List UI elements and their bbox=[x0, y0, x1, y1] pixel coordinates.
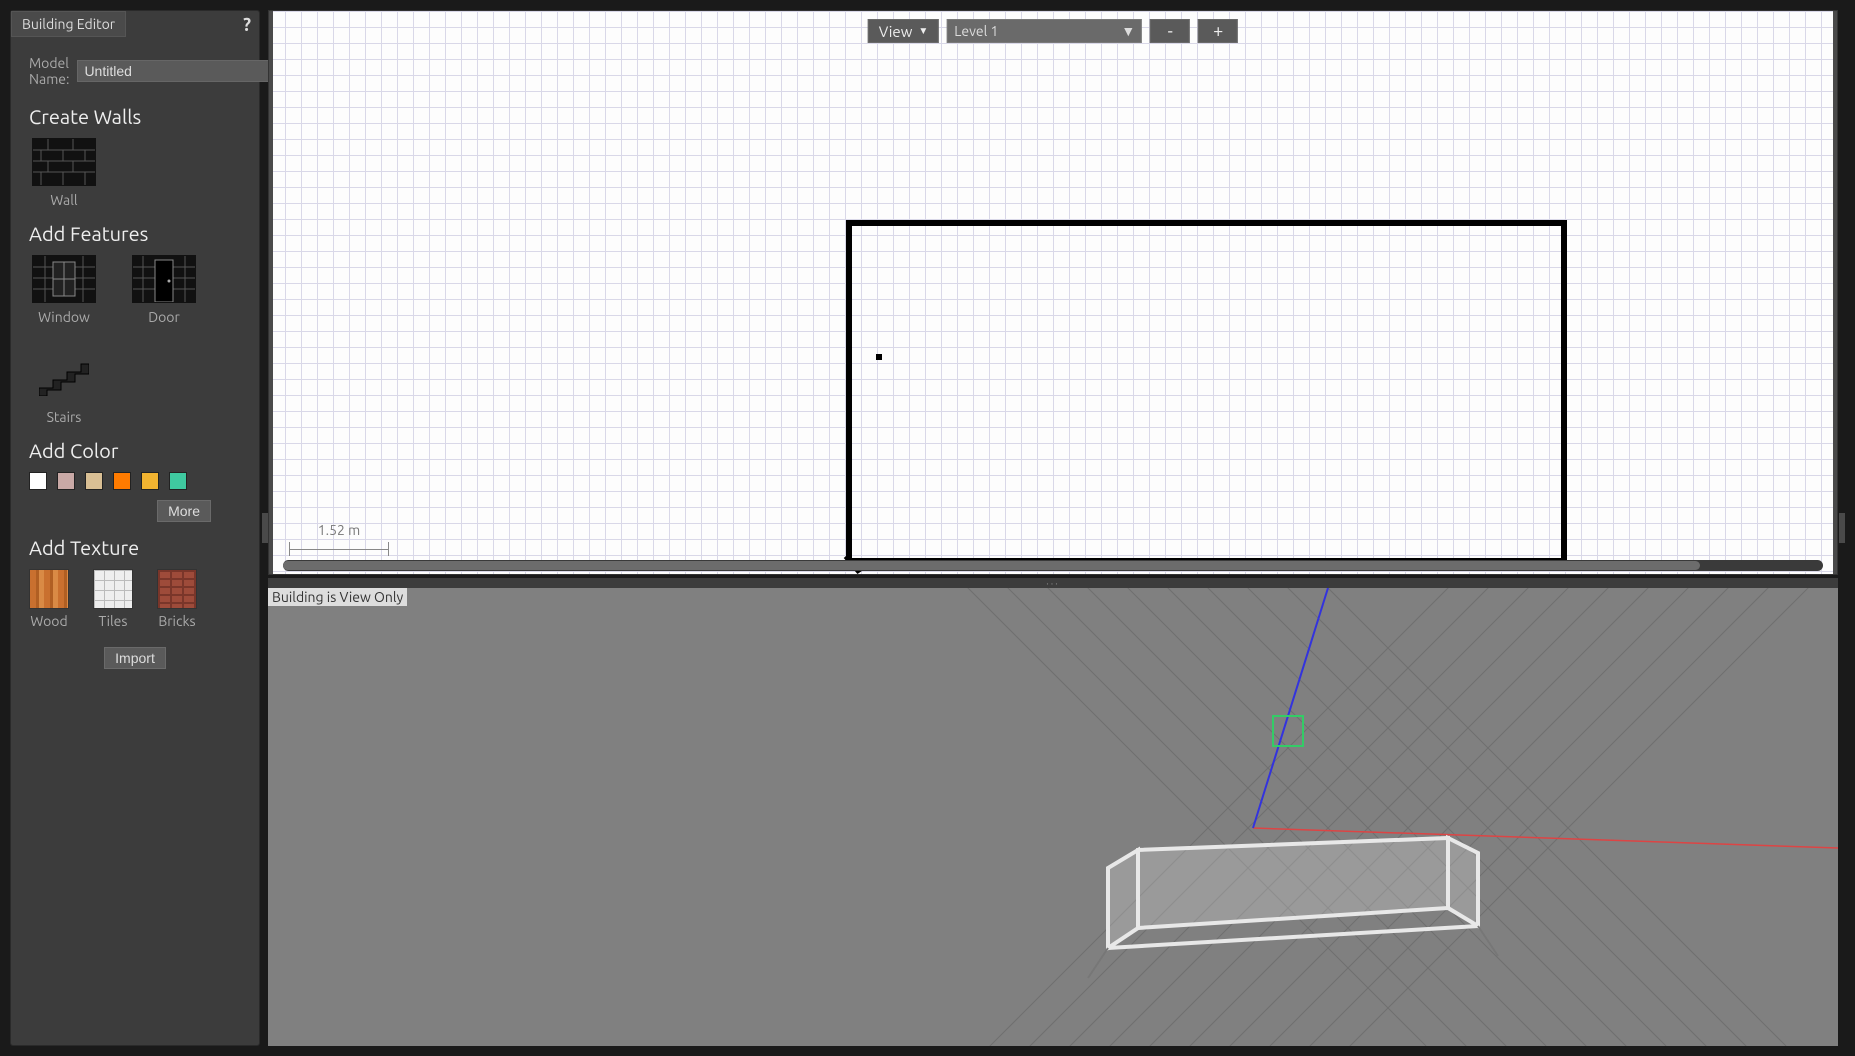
floorplan-room-outline[interactable] bbox=[846, 220, 1567, 564]
help-icon[interactable]: ? bbox=[243, 15, 251, 35]
model-name-label: Model Name: bbox=[29, 55, 69, 87]
texture-tiles-label: Tiles bbox=[99, 613, 128, 629]
model-name-row: Model Name: bbox=[29, 55, 241, 87]
level-select[interactable]: Level 1 ▼ bbox=[947, 19, 1142, 43]
stairs-icon bbox=[32, 355, 96, 403]
color-swatch-3[interactable] bbox=[113, 472, 131, 490]
color-swatch-5[interactable] bbox=[169, 472, 187, 490]
section-add-features: Add Features bbox=[29, 222, 241, 245]
floorplan-h-scrollbar-thumb[interactable] bbox=[283, 561, 1700, 570]
color-swatches bbox=[29, 472, 241, 490]
color-swatch-4[interactable] bbox=[141, 472, 159, 490]
palette-item-window-label: Window bbox=[38, 309, 90, 325]
texture-wood-label: Wood bbox=[30, 613, 67, 629]
sidebar-panel: Building Editor ? Model Name: Create Wal… bbox=[10, 10, 260, 1046]
right-resize-handle[interactable] bbox=[1839, 513, 1845, 543]
floorplan-toolbar: View ▼ Level 1 ▼ - + bbox=[868, 19, 1238, 43]
floorplan-2d-pane[interactable]: View ▼ Level 1 ▼ - + 1.52 m bbox=[268, 10, 1838, 575]
palette-item-wall[interactable]: Wall bbox=[29, 138, 99, 208]
palette-features: Window Door bbox=[29, 255, 241, 425]
palette-item-stairs-label: Stairs bbox=[47, 409, 82, 425]
palette-item-door[interactable]: Door bbox=[129, 255, 199, 325]
section-add-texture: Add Texture bbox=[29, 536, 241, 559]
remove-level-button[interactable]: - bbox=[1150, 19, 1190, 43]
palette-item-wall-label: Wall bbox=[50, 192, 77, 208]
scale-rule-icon bbox=[289, 542, 389, 556]
floorplan-marker-dot[interactable] bbox=[876, 354, 882, 360]
palette-item-door-label: Door bbox=[148, 309, 180, 325]
scale-value: 1.52 m bbox=[318, 522, 360, 538]
section-create-walls: Create Walls bbox=[29, 105, 241, 128]
scale-indicator: 1.52 m bbox=[289, 522, 389, 556]
building-editor-app: Building Editor ? Model Name: Create Wal… bbox=[0, 0, 1855, 1056]
color-swatch-2[interactable] bbox=[85, 472, 103, 490]
texture-item-wood[interactable]: Wood bbox=[29, 569, 69, 629]
color-swatch-1[interactable] bbox=[57, 472, 75, 490]
wall-icon bbox=[32, 138, 96, 186]
sidebar-tab-building-editor[interactable]: Building Editor bbox=[11, 11, 126, 37]
pane-border-left bbox=[269, 11, 273, 574]
pane-border-right bbox=[1833, 11, 1837, 574]
chevron-down-icon: ▼ bbox=[918, 25, 928, 37]
section-add-color: Add Color bbox=[29, 439, 241, 462]
palette-item-stairs[interactable]: Stairs bbox=[29, 355, 99, 425]
texture-item-tiles[interactable]: Tiles bbox=[93, 569, 133, 629]
texture-item-bricks[interactable]: Bricks bbox=[157, 569, 197, 629]
view-dropdown-label: View bbox=[879, 23, 913, 40]
floorplan-h-scrollbar[interactable] bbox=[283, 560, 1823, 571]
window-icon bbox=[32, 255, 96, 303]
texture-row: Wood Tiles Bricks bbox=[29, 569, 241, 629]
wood-texture-icon bbox=[29, 569, 69, 609]
door-icon bbox=[132, 255, 196, 303]
model-name-input[interactable] bbox=[77, 60, 272, 82]
more-colors-button[interactable]: More bbox=[157, 500, 211, 522]
preview-3d-scene bbox=[268, 588, 1838, 1046]
chevron-down-icon: ▼ bbox=[1121, 23, 1135, 39]
axis-widget-green bbox=[1273, 716, 1303, 746]
color-more-row: More bbox=[29, 500, 241, 522]
palette-item-window[interactable]: Window bbox=[29, 255, 99, 325]
import-button[interactable]: Import bbox=[104, 647, 166, 669]
level-select-value: Level 1 bbox=[954, 23, 998, 39]
pane-splitter[interactable]: ··· bbox=[268, 578, 1838, 588]
texture-bricks-label: Bricks bbox=[158, 613, 195, 629]
sidebar-body: Model Name: Create Walls bbox=[11, 41, 259, 1045]
axis-z-blue bbox=[1253, 588, 1328, 828]
view-dropdown-button[interactable]: View ▼ bbox=[868, 19, 939, 43]
view-only-badge: Building is View Only bbox=[268, 588, 407, 606]
bricks-texture-icon bbox=[157, 569, 197, 609]
color-swatch-0[interactable] bbox=[29, 472, 47, 490]
palette-walls: Wall bbox=[29, 138, 241, 208]
import-row: Import bbox=[29, 647, 241, 669]
add-level-button[interactable]: + bbox=[1198, 19, 1238, 43]
tiles-texture-icon bbox=[93, 569, 133, 609]
preview-3d-pane[interactable]: Building is View Only bbox=[268, 588, 1838, 1046]
